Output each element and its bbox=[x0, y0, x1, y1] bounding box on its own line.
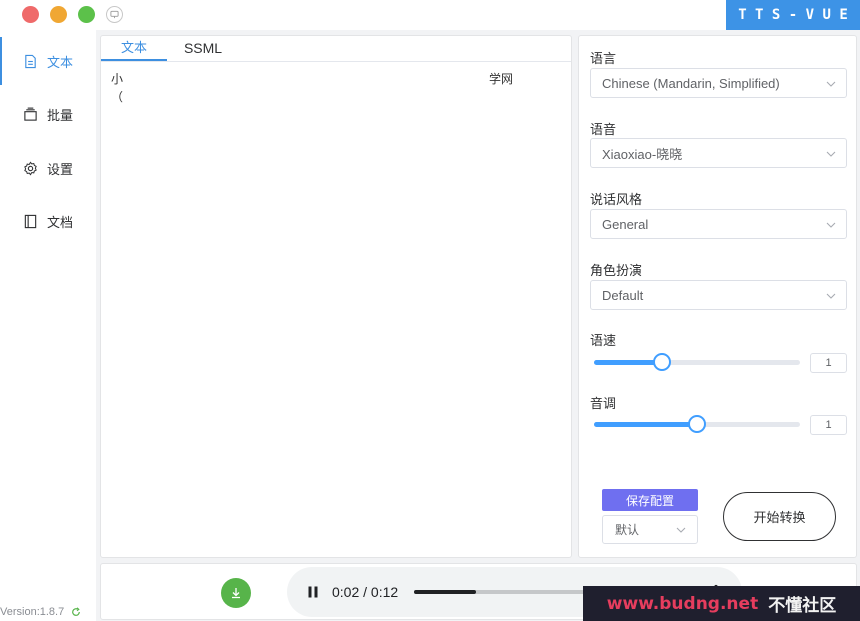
role-select[interactable]: Default bbox=[590, 280, 847, 310]
tab-ssml[interactable]: SSML bbox=[171, 39, 235, 61]
minimize-window-button[interactable] bbox=[50, 6, 67, 23]
chevron-down-icon bbox=[826, 222, 836, 228]
sidebar-item-text[interactable]: 文本 bbox=[0, 35, 96, 87]
watermark: www.budng.net 不懂社区 bbox=[583, 586, 860, 621]
voice-label: 语音 bbox=[590, 122, 617, 137]
text-input[interactable]: 小 学网 （ bbox=[101, 63, 571, 557]
voice-value: Xiaoxiao-晓晓 bbox=[602, 146, 683, 162]
batch-icon bbox=[24, 107, 37, 121]
gear-icon bbox=[24, 161, 37, 175]
save-config-button[interactable]: 保存配置 bbox=[602, 489, 698, 511]
sidebar-item-docs[interactable]: 文档 bbox=[0, 195, 96, 247]
playback-time: 0:02 / 0:12 bbox=[332, 584, 399, 600]
chevron-down-icon bbox=[826, 81, 836, 87]
download-icon bbox=[232, 588, 240, 599]
rate-slider[interactable] bbox=[594, 353, 800, 371]
role-value: Default bbox=[602, 287, 644, 303]
pitch-input[interactable]: 1 bbox=[810, 415, 847, 435]
watermark-name: 不懂社区 bbox=[768, 596, 837, 616]
document-icon bbox=[25, 54, 36, 68]
download-button[interactable] bbox=[221, 578, 251, 608]
rate-slider-handle[interactable] bbox=[652, 353, 671, 371]
language-label: 语言 bbox=[590, 51, 617, 66]
settings-panel: 语言 Chinese (Mandarin, Simplified) 语音 Xia… bbox=[578, 35, 857, 558]
sidebar-item-label: 设置 bbox=[47, 161, 74, 177]
sidebar-item-batch[interactable]: 批量 bbox=[0, 88, 96, 140]
watermark-url: www.budng.net bbox=[606, 593, 759, 614]
rate-slider-fill bbox=[594, 360, 662, 365]
style-label: 说话风格 bbox=[590, 192, 643, 207]
tab-text[interactable]: 文本 bbox=[101, 39, 167, 61]
refresh-icon[interactable] bbox=[71, 607, 81, 617]
rate-input[interactable]: 1 bbox=[810, 353, 847, 373]
pin-window-button[interactable] bbox=[106, 6, 123, 23]
voice-select[interactable]: Xiaoxiao-晓晓 bbox=[590, 138, 847, 168]
pitch-slider[interactable] bbox=[594, 415, 800, 433]
text-line-2: （ bbox=[111, 90, 124, 104]
preset-value: 默认 bbox=[615, 523, 640, 537]
pitch-slider-handle[interactable] bbox=[688, 415, 706, 433]
sidebar-item-label: 批量 bbox=[47, 107, 74, 123]
monitor-icon bbox=[110, 10, 119, 19]
chevron-down-icon bbox=[826, 151, 836, 157]
playback-progress-fill bbox=[414, 590, 476, 594]
title-bar: T T S - V U E bbox=[0, 0, 860, 30]
maximize-window-button[interactable] bbox=[78, 6, 95, 23]
pause-icon[interactable] bbox=[307, 586, 319, 598]
sidebar-item-label: 文档 bbox=[47, 214, 74, 230]
text-line-1-right: 学网 bbox=[489, 72, 514, 86]
rate-label: 语速 bbox=[590, 333, 617, 348]
style-select[interactable]: General bbox=[590, 209, 847, 239]
version-text: Version:1.8.7 bbox=[0, 606, 65, 618]
preset-select[interactable]: 默认 bbox=[602, 515, 698, 544]
pitch-label: 音调 bbox=[590, 396, 617, 411]
sidebar: 文本 批量 设置 文档 Version:1.8.7 bbox=[0, 30, 96, 621]
language-value: Chinese (Mandarin, Simplified) bbox=[602, 75, 780, 91]
role-label: 角色扮演 bbox=[590, 263, 643, 278]
text-panel: 文本 SSML 小 学网 （ bbox=[100, 35, 572, 558]
editor-tabs: 文本 SSML bbox=[101, 36, 571, 62]
language-select[interactable]: Chinese (Mandarin, Simplified) bbox=[590, 68, 847, 98]
app-brand: T T S - V U E bbox=[726, 0, 860, 30]
style-value: General bbox=[602, 216, 649, 232]
book-icon bbox=[24, 214, 37, 228]
sidebar-item-label: 文本 bbox=[47, 54, 74, 70]
start-convert-button[interactable]: 开始转换 bbox=[723, 492, 836, 541]
sidebar-item-settings[interactable]: 设置 bbox=[0, 142, 96, 194]
version-info: Version:1.8.7 bbox=[0, 606, 81, 618]
pitch-slider-fill bbox=[594, 422, 697, 427]
close-window-button[interactable] bbox=[22, 6, 39, 23]
chevron-down-icon bbox=[826, 293, 836, 299]
chevron-down-icon bbox=[676, 527, 686, 533]
